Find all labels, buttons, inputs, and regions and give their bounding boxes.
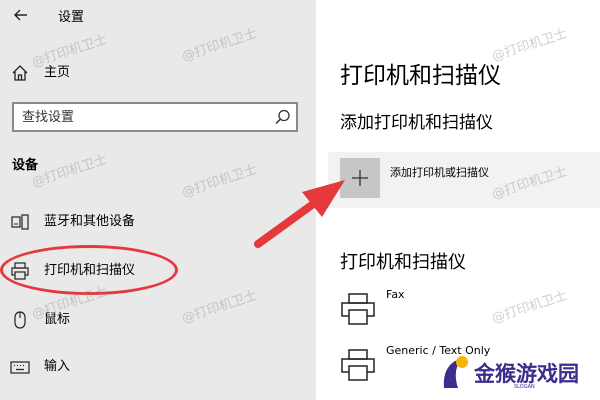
sidebar-item-label: 蓝牙和其他设备 <box>44 214 136 229</box>
keyboard-icon <box>10 357 30 377</box>
bluetooth-devices-icon <box>10 212 30 232</box>
sidebar-item-typing[interactable]: 输入 <box>0 352 316 382</box>
window-title: 设置 <box>58 10 85 25</box>
section-heading-devices: 设备 <box>12 158 39 173</box>
plus-icon <box>340 158 380 198</box>
page-title: 打印机和扫描仪 <box>340 63 501 89</box>
add-section-heading: 添加打印机和扫描仪 <box>340 113 493 133</box>
sidebar-item-home[interactable]: 主页 <box>0 58 316 88</box>
settings-content: 打印机和扫描仪 添加打印机和扫描仪 添加打印机或扫描仪 打印机和扫描仪 Fax <box>316 0 600 400</box>
mouse-icon <box>10 310 30 330</box>
list-item[interactable]: Fax <box>340 288 590 332</box>
device-name: Fax <box>386 288 405 301</box>
sidebar-item-mouse[interactable]: 鼠标 <box>0 305 316 335</box>
search-input[interactable] <box>22 108 262 126</box>
sidebar-item-label: 鼠标 <box>44 312 71 327</box>
sidebar-item-bluetooth[interactable]: 蓝牙和其他设备 <box>0 207 316 237</box>
sidebar-item-label: 输入 <box>44 359 71 374</box>
monkey-logo-icon <box>443 356 468 388</box>
printer-icon <box>340 292 376 326</box>
arrow-left-icon <box>14 9 27 21</box>
search-icon[interactable] <box>274 108 292 126</box>
sidebar-item-label: 主页 <box>44 65 71 80</box>
settings-sidebar: 设置 主页 设备 蓝牙和其他设备 <box>0 0 316 400</box>
printer-icon <box>340 348 376 382</box>
back-button[interactable] <box>10 4 32 26</box>
add-printer-button[interactable]: 添加打印机或扫描仪 <box>328 152 600 208</box>
add-printer-label: 添加打印机或扫描仪 <box>390 166 489 179</box>
search-box[interactable] <box>12 102 298 132</box>
home-icon <box>10 63 30 83</box>
printers-list-heading: 打印机和扫描仪 <box>340 252 466 273</box>
highlight-ellipse <box>0 245 178 295</box>
brand-logo: 金猴游戏园 SLOGAN <box>440 352 590 394</box>
brand-logo-sub: SLOGAN <box>514 384 535 390</box>
